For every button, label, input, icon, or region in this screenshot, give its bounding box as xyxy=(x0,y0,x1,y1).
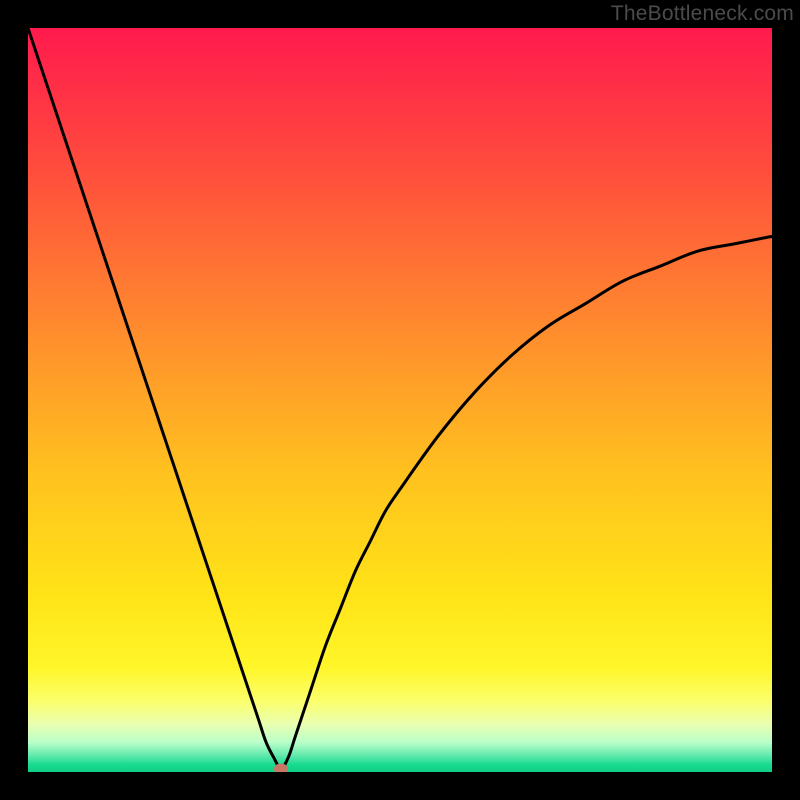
chart-svg xyxy=(28,28,772,772)
gradient-background xyxy=(28,28,772,772)
chart-plot-area xyxy=(28,28,772,772)
watermark-text: TheBottleneck.com xyxy=(611,2,794,26)
chart-frame: TheBottleneck.com xyxy=(0,0,800,800)
